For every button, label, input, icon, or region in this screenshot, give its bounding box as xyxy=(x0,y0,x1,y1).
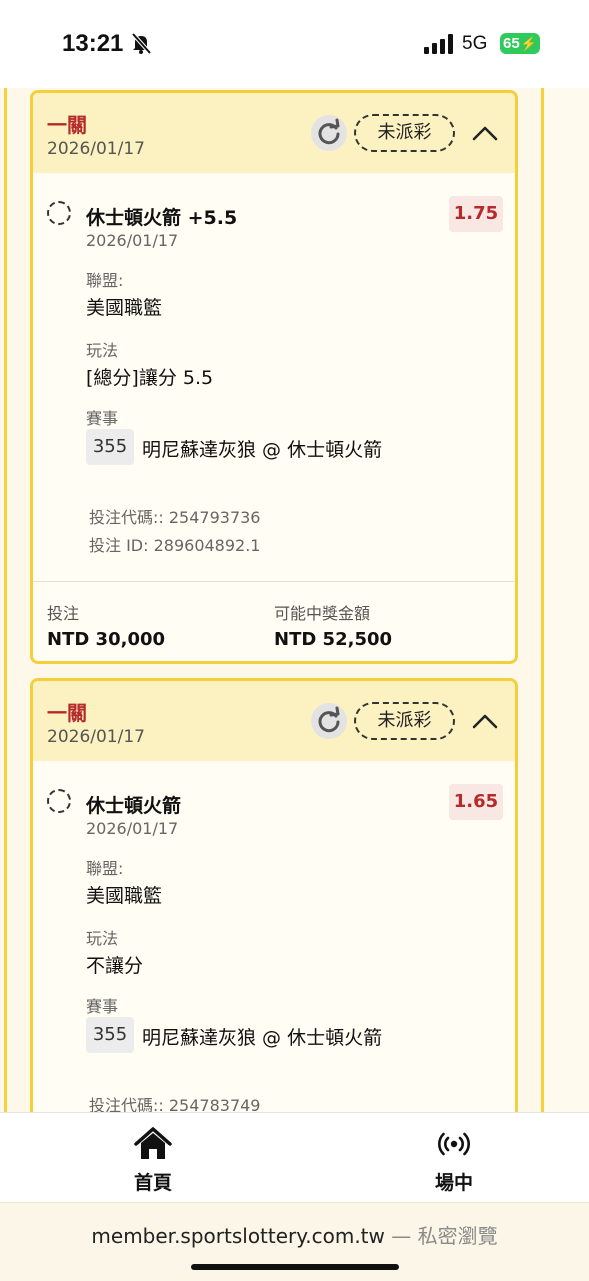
odds-badge: 1.75 xyxy=(449,196,503,232)
settlement-status-badge: 未派彩 xyxy=(354,702,455,740)
bet-type: 一關 xyxy=(47,701,87,725)
signal-icon xyxy=(424,34,453,54)
selection-status-icon xyxy=(47,789,71,813)
chevron-up-icon[interactable] xyxy=(469,705,501,737)
bet-date: 2026/01/17 xyxy=(47,727,145,747)
match-number: 355 xyxy=(86,429,134,465)
network-type: 5G xyxy=(462,33,488,54)
bet-list[interactable]: 一關 2026/01/17 未派彩 休士頓火箭 +5.5 2026/01/17 … xyxy=(0,88,589,1112)
bet-id: 投注 ID: 289604892.1 xyxy=(89,536,261,555)
payout-value: NTD 52,500 xyxy=(274,629,393,650)
chevron-up-icon[interactable] xyxy=(469,117,501,149)
nav-home-label: 首頁 xyxy=(133,1172,172,1194)
battery-level: 65 xyxy=(503,35,520,52)
selection-date: 2026/01/17 xyxy=(86,819,179,838)
home-indicator[interactable] xyxy=(191,1264,399,1270)
play-value: [總分]讓分 5.5 xyxy=(86,367,214,389)
bet-type: 一關 xyxy=(47,113,87,137)
event-label: 賽事 xyxy=(86,997,119,1016)
nav-live-label: 場中 xyxy=(434,1172,473,1194)
match-number: 355 xyxy=(86,1017,134,1053)
event-label: 賽事 xyxy=(86,409,119,428)
nav-home[interactable]: 首頁 xyxy=(93,1113,213,1203)
bet-card: 一關 2026/01/17 未派彩 休士頓火箭 +5.5 2026/01/17 … xyxy=(30,90,518,664)
odds-badge: 1.65 xyxy=(449,784,503,820)
side-pane xyxy=(544,88,589,1112)
league-label: 聯盟: xyxy=(86,271,124,290)
league-value: 美國職籃 xyxy=(86,885,163,907)
selection-date: 2026/01/17 xyxy=(86,231,179,250)
battery-indicator: 65 ⚡ xyxy=(500,33,540,54)
broadcast-icon xyxy=(438,1132,470,1156)
league-label: 聯盟: xyxy=(86,859,124,878)
refresh-icon xyxy=(318,706,340,733)
bet-date: 2026/01/17 xyxy=(47,139,145,159)
bet-code: 投注代碼:: 254783749 xyxy=(89,1096,261,1112)
match-name: 明尼蘇達灰狼 @ 休士頓火箭 xyxy=(142,439,383,461)
selection-name: 休士頓火箭 +5.5 xyxy=(86,207,238,229)
stake-label: 投注 xyxy=(47,604,80,623)
payout-label: 可能中獎金額 xyxy=(274,604,371,623)
url-separator: — xyxy=(391,1224,412,1248)
settlement-status-badge: 未派彩 xyxy=(354,114,455,152)
private-mode-label: 私密瀏覽 xyxy=(417,1224,498,1248)
bet-code: 投注代碼:: 254793736 xyxy=(89,508,261,527)
divider xyxy=(33,581,515,582)
status-time: 13:21 xyxy=(62,30,124,57)
play-label: 玩法 xyxy=(86,929,119,948)
charging-icon: ⚡ xyxy=(520,36,537,51)
match-name: 明尼蘇達灰狼 @ 休士頓火箭 xyxy=(142,1027,383,1049)
play-value: 不讓分 xyxy=(86,955,144,977)
selection-status-icon xyxy=(47,201,71,225)
url-domain: member.sportslottery.com.tw xyxy=(91,1224,385,1248)
refresh-button[interactable] xyxy=(311,703,347,739)
home-icon xyxy=(134,1127,172,1159)
nav-live[interactable]: 場中 xyxy=(394,1113,514,1203)
bottom-nav: 首頁 場中 xyxy=(0,1112,589,1203)
url-display[interactable]: member.sportslottery.com.tw — 私密瀏覽 xyxy=(0,1220,589,1249)
left-border xyxy=(4,88,7,1112)
bet-card-header[interactable]: 一關 2026/01/17 未派彩 xyxy=(33,681,515,761)
league-value: 美國職籃 xyxy=(86,297,163,319)
bell-muted-icon xyxy=(131,32,152,54)
play-label: 玩法 xyxy=(86,341,119,360)
stake-value: NTD 30,000 xyxy=(47,629,166,650)
refresh-icon xyxy=(318,118,340,145)
browser-url-bar[interactable]: member.sportslottery.com.tw — 私密瀏覽 xyxy=(0,1202,589,1281)
bet-card: 一關 2026/01/17 未派彩 休士頓火箭 2026/01/17 1.65 … xyxy=(30,678,518,1112)
refresh-button[interactable] xyxy=(311,115,347,151)
selection-name: 休士頓火箭 xyxy=(86,795,182,817)
status-bar: 13:21 5G 65 ⚡ xyxy=(0,0,589,88)
bet-card-header[interactable]: 一關 2026/01/17 未派彩 xyxy=(33,93,515,173)
